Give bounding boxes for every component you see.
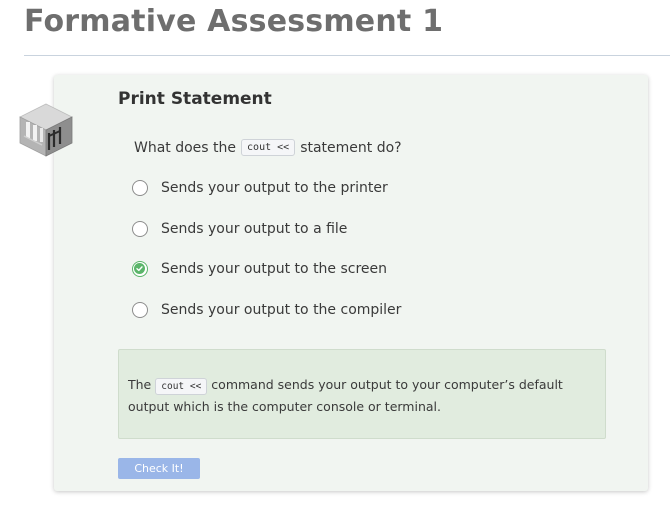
- feedback-prefix: The: [128, 377, 152, 392]
- option-compiler[interactable]: Sends your output to the compiler: [132, 300, 401, 320]
- question-prompt-prefix: What does the: [134, 139, 237, 156]
- page-title: Formative Assessment 1: [24, 4, 444, 39]
- assessment-cube-icon: [19, 103, 73, 157]
- feedback-text: The cout << command sends your output to y…: [128, 374, 598, 418]
- check-it-button[interactable]: Check It!: [118, 458, 200, 479]
- check-icon: [134, 263, 145, 274]
- feedback-code-snippet: cout <<: [155, 378, 208, 395]
- option-label: Sends your output to the screen: [161, 261, 388, 277]
- option-label: Sends your output to the printer: [161, 180, 388, 196]
- question-prompt: What does the cout << statement do?: [134, 139, 402, 156]
- feedback-box: The cout << command sends your output to y…: [118, 349, 606, 439]
- option-printer[interactable]: Sends your output to the printer: [132, 178, 388, 198]
- radio-button[interactable]: [132, 302, 148, 318]
- radio-button[interactable]: [132, 180, 148, 196]
- question-prompt-suffix: statement do?: [300, 139, 402, 156]
- option-screen[interactable]: Sends your output to the screen: [132, 259, 387, 279]
- radio-button[interactable]: [132, 221, 148, 237]
- question-title: Print Statement: [118, 89, 272, 109]
- radio-button-selected[interactable]: [132, 261, 148, 277]
- title-divider: [24, 55, 670, 56]
- option-label: Sends your output to a file: [161, 221, 348, 237]
- code-snippet: cout <<: [241, 139, 296, 156]
- option-label: Sends your output to the compiler: [161, 302, 402, 318]
- option-file[interactable]: Sends your output to a file: [132, 219, 347, 239]
